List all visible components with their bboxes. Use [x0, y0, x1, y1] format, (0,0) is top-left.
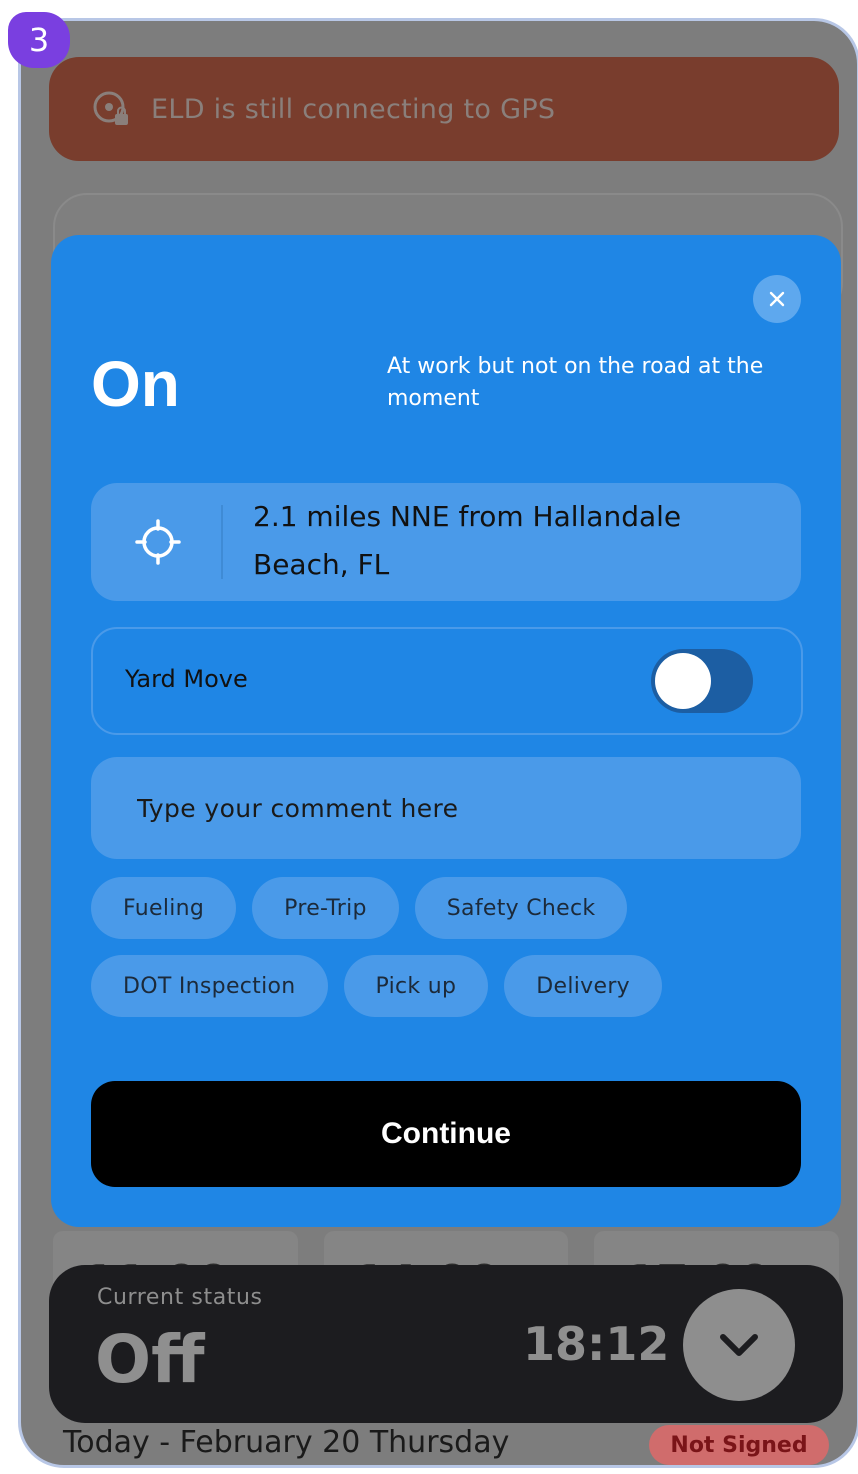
step-badge: 3 — [8, 12, 70, 68]
close-button[interactable] — [753, 275, 801, 323]
chip-delivery[interactable]: Delivery — [504, 955, 662, 1017]
quick-comment-chips: Fueling Pre-Trip Safety Check DOT Inspec… — [91, 877, 811, 1033]
status-description: At work but not on the road at the momen… — [387, 354, 764, 411]
close-icon — [769, 291, 785, 307]
chip-row: Fueling Pre-Trip Safety Check — [91, 877, 811, 939]
current-status-time: 18:12 — [523, 1317, 670, 1371]
current-status-value: Off — [95, 1321, 205, 1398]
gps-lock-icon — [93, 91, 128, 125]
chevron-down-icon — [720, 1334, 758, 1356]
location-divider — [221, 505, 223, 579]
comment-input[interactable] — [135, 787, 759, 829]
yard-move-label: Yard Move — [125, 665, 248, 693]
chip-fueling[interactable]: Fueling — [91, 877, 237, 939]
crosshair-icon — [135, 519, 181, 565]
location-text: 2.1 miles NNE from Hallandale Beach, FL — [253, 500, 682, 581]
gps-banner-text: ELD is still connecting to GPS — [151, 93, 556, 125]
toggle-knob — [655, 653, 711, 709]
chip-dot-inspection[interactable]: DOT Inspection — [91, 955, 328, 1017]
chip-safety-check[interactable]: Safety Check — [414, 877, 628, 939]
gps-banner: ELD is still connecting to GPS — [49, 57, 839, 161]
date-text: Today - February 20 Thursday — [63, 1425, 510, 1460]
status-title: On — [91, 348, 180, 420]
chip-pre-trip[interactable]: Pre-Trip — [252, 877, 399, 939]
date-row: Today - February 20 Thursday Not Signed — [61, 1417, 841, 1465]
location-card[interactable]: 2.1 miles NNE from Hallandale Beach, FL — [91, 483, 801, 601]
comment-field[interactable] — [91, 757, 801, 859]
chip-pick-up[interactable]: Pick up — [343, 955, 489, 1017]
expand-status-button[interactable] — [683, 1289, 795, 1401]
phone-frame: ELD is still connecting to GPS 11:00 14:… — [18, 18, 858, 1468]
status-change-modal: On At work but not on the road at the mo… — [51, 235, 841, 1227]
not-signed-badge[interactable]: Not Signed — [649, 1425, 829, 1465]
current-status-bar[interactable]: Current status Off 18:12 — [49, 1265, 843, 1423]
current-status-label: Current status — [97, 1285, 263, 1310]
continue-button[interactable]: Continue — [91, 1081, 801, 1187]
chip-row: DOT Inspection Pick up Delivery — [91, 955, 811, 1017]
yard-move-row: Yard Move — [91, 627, 803, 735]
yard-move-toggle[interactable] — [651, 649, 753, 713]
